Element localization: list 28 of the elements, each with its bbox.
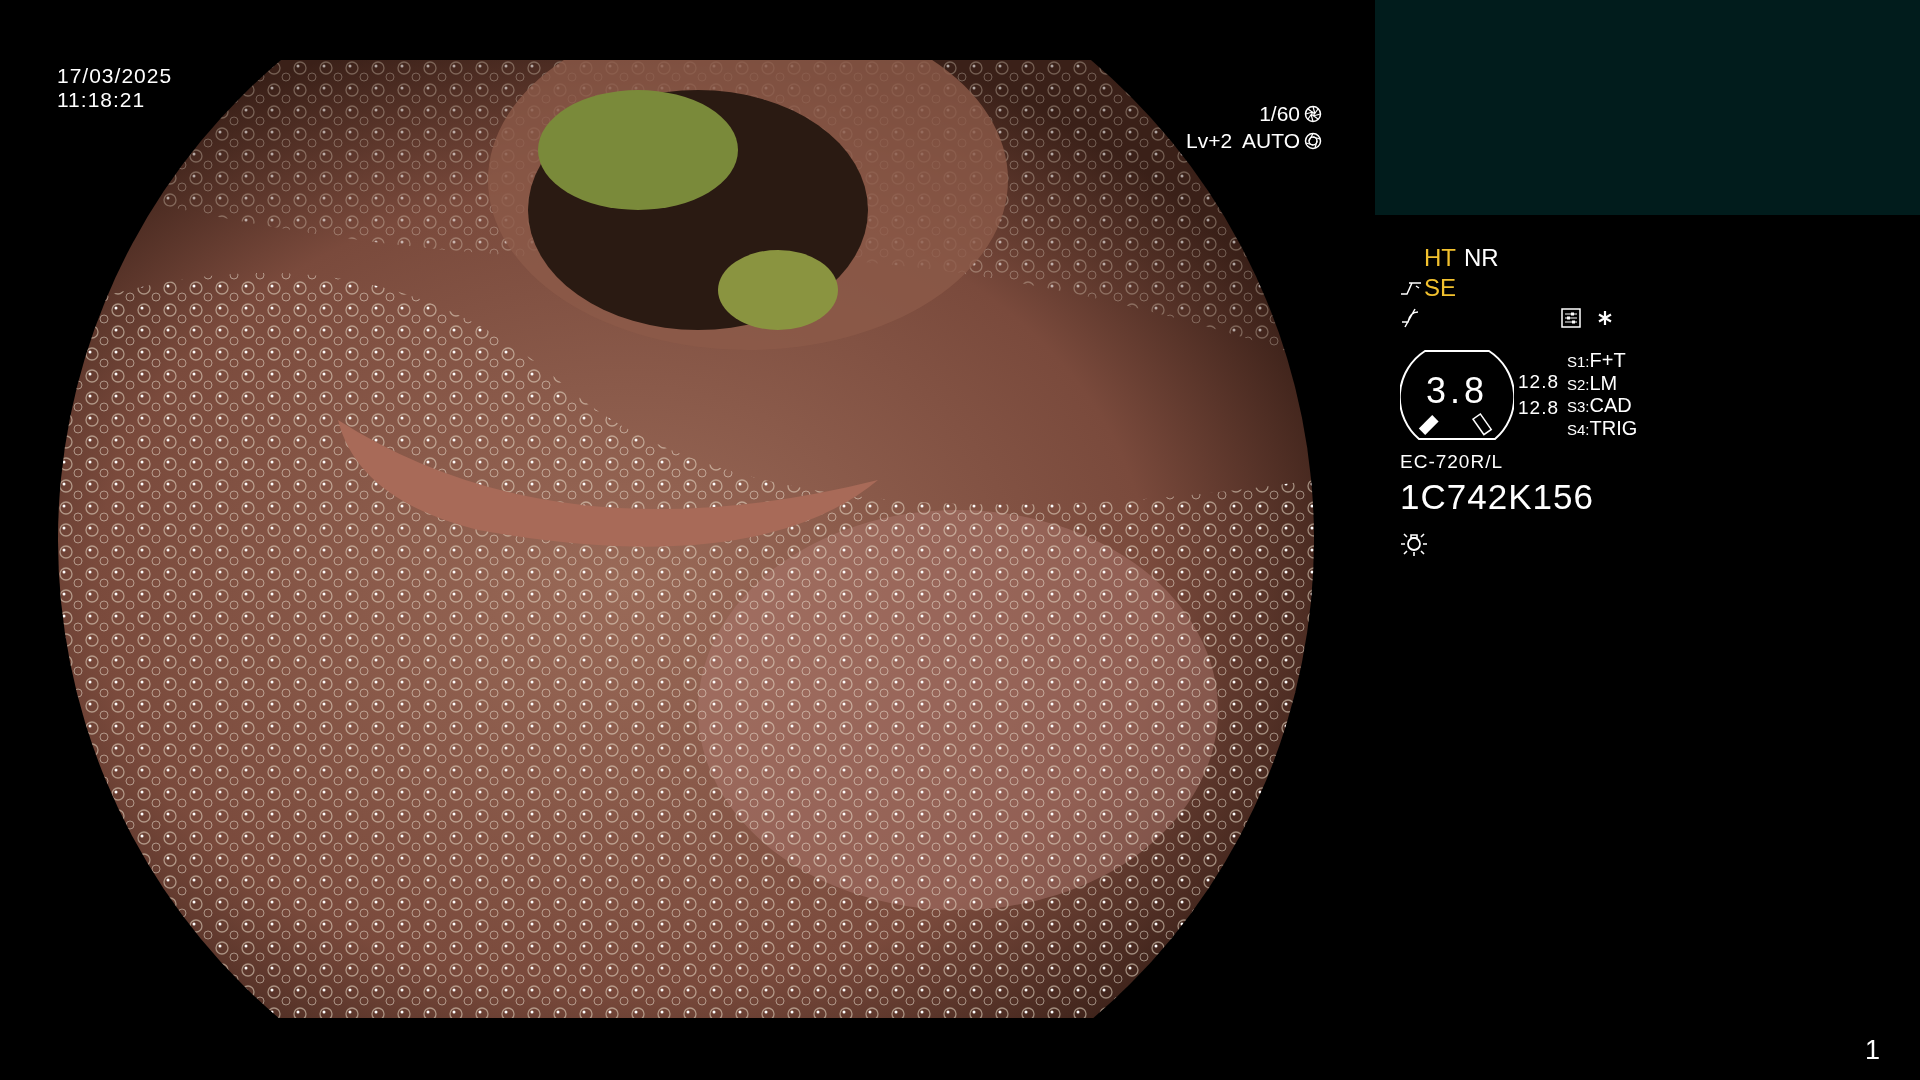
zoom-value-text: 3.8 xyxy=(1424,371,1489,411)
switch-key-text: S3: xyxy=(1567,398,1590,415)
switch-function-text: CAD xyxy=(1589,394,1632,416)
aperture-icon xyxy=(1304,131,1322,150)
page-number-text: 1 xyxy=(1864,1035,1880,1066)
shutter-speed-text: 1/60 xyxy=(1259,101,1300,127)
curve-icon xyxy=(1400,280,1422,296)
shutter-icon xyxy=(1304,104,1322,123)
mode-indicator-text: NR xyxy=(1464,244,1499,272)
date-text: 17/03/2025 xyxy=(57,64,173,88)
scope-model-text: EC-720R/L xyxy=(1400,451,1504,473)
slash-curve-icon xyxy=(1400,308,1420,328)
switch-key-text: S4: xyxy=(1567,420,1590,438)
asterisk-icon xyxy=(1597,310,1613,326)
zoom-reading-text: 12.8 xyxy=(1518,396,1559,420)
switch-key-text: S2: xyxy=(1567,375,1590,393)
zoom-reading-text: 12.8 xyxy=(1518,370,1559,394)
settings-sliders-icon xyxy=(1561,308,1581,328)
switch-function-text: F+T xyxy=(1589,349,1626,371)
time-text: 11:18:21 xyxy=(57,88,147,112)
switch-function-text: TRIG xyxy=(1589,416,1638,439)
exposure-mode-text: AUTO xyxy=(1242,128,1300,154)
scope-serial-text: 1C742K156 xyxy=(1400,477,1595,517)
switch-function-text: LM xyxy=(1589,371,1618,394)
mode-indicator-text: HT xyxy=(1424,244,1456,272)
mode-indicator-text: SE xyxy=(1424,274,1456,302)
exposure-level-text: Lv+2 xyxy=(1186,128,1234,154)
switch-key-text: S1: xyxy=(1567,353,1590,370)
